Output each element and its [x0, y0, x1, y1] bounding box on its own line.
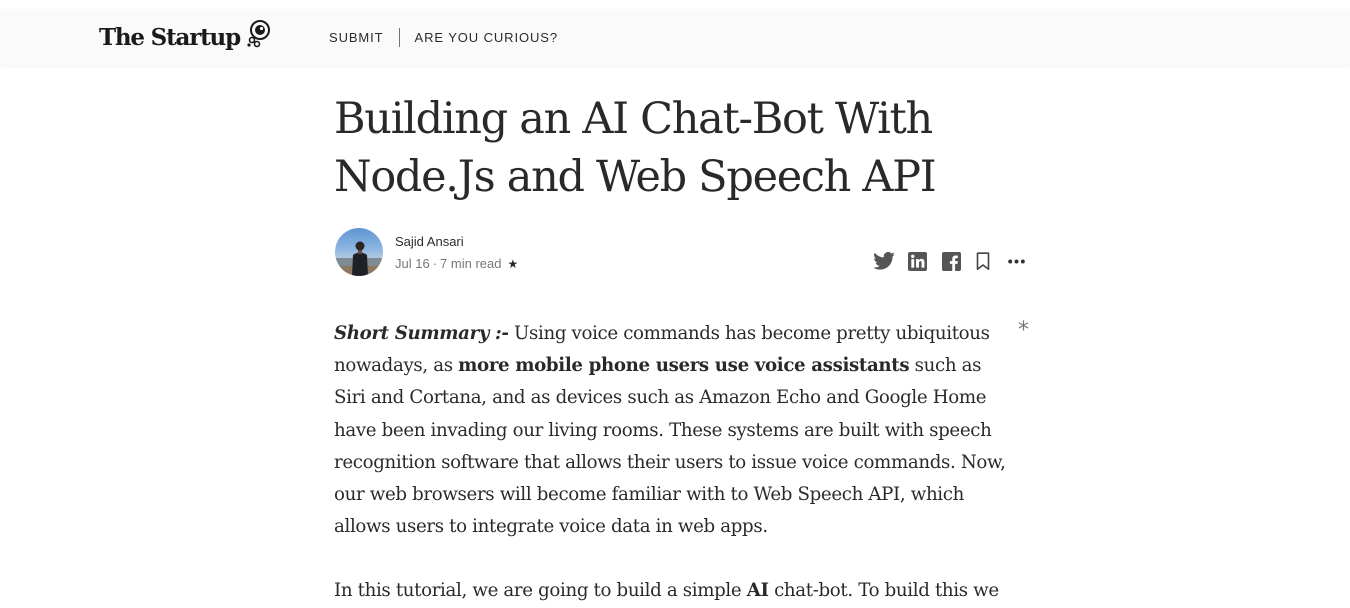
author-byline: Sajid Ansari Jul 16 · 7 min read ★ — [335, 228, 1025, 276]
article-paragraph: In this tutorial, we are going to build … — [334, 575, 1014, 607]
paragraph-text: In this tutorial, we are going to build … — [334, 580, 747, 602]
share-actions — [873, 250, 1025, 272]
side-note-asterisk[interactable]: * — [1018, 318, 1029, 343]
rocket-eye-logo-icon — [244, 19, 274, 53]
read-time: 7 min read — [440, 256, 502, 271]
more-icon[interactable] — [1008, 259, 1025, 264]
meta-separator: · — [432, 256, 438, 271]
member-only-star-icon: ★ — [507, 256, 519, 271]
header-nav: SUBMIT ARE YOU CURIOUS? — [329, 28, 558, 47]
nav-are-you-curious-link[interactable]: ARE YOU CURIOUS? — [415, 30, 558, 45]
article-body: Short Summary :- Using voice commands ha… — [334, 318, 1014, 608]
twitter-icon[interactable] — [873, 252, 895, 270]
paragraph-text: chat-bot. To build this we — [768, 580, 999, 602]
logo-text: The Startup — [99, 23, 241, 51]
site-header: The Startup SUBMIT ARE YOU CURIOUS? — [0, 9, 1350, 65]
publish-date[interactable]: Jul 16 — [395, 256, 430, 271]
bookmark-icon[interactable] — [975, 251, 991, 271]
title-line-2: Node.Js and Web Speech API — [334, 152, 937, 202]
nav-divider — [398, 28, 400, 47]
article-title: Building an AI Chat-Bot With Node.Js and … — [334, 90, 1034, 206]
facebook-icon[interactable] — [942, 251, 961, 271]
summary-lead: Short Summary :- — [334, 323, 509, 344]
bold-text: more mobile phone users use voice assist… — [458, 355, 910, 377]
publication-logo[interactable]: The Startup — [99, 19, 274, 53]
bold-text: AI — [746, 580, 769, 602]
article-meta: Jul 16 · 7 min read ★ — [395, 256, 518, 271]
author-avatar[interactable] — [335, 228, 383, 276]
linkedin-icon[interactable] — [908, 251, 927, 271]
article-paragraph: Short Summary :- Using voice commands ha… — [334, 318, 1014, 543]
paragraph-text: such as Siri and Cortana, and as devices… — [334, 355, 1006, 538]
nav-submit-link[interactable]: SUBMIT — [329, 30, 384, 45]
author-name[interactable]: Sajid Ansari — [395, 234, 464, 249]
title-line-1: Building an AI Chat-Bot With — [334, 94, 933, 144]
